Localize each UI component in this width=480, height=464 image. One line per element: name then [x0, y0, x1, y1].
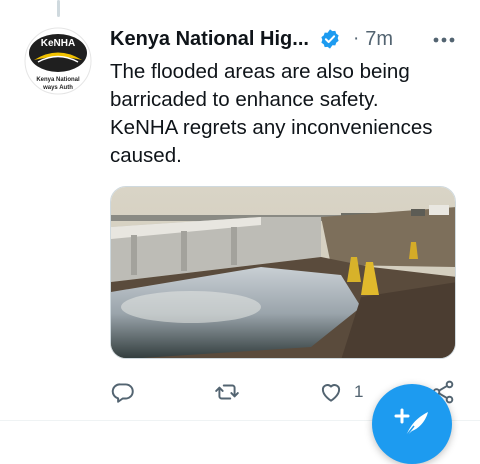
- flooded-road-photo-icon: [111, 187, 455, 358]
- separator-dot: ·: [352, 28, 360, 49]
- avatar-caption-line1: Kenya National: [36, 77, 80, 83]
- tweet-timestamp[interactable]: 7m: [365, 28, 393, 51]
- tweet-text-line: caused.: [110, 144, 182, 167]
- heart-icon: [321, 384, 341, 402]
- avatar[interactable]: KeNHA Kenya National ways Auth: [24, 27, 92, 95]
- like-count: 1: [354, 382, 364, 401]
- tweet-text-line: barricaded to enhance safety.: [110, 88, 379, 111]
- thread-connector-line: [57, 0, 60, 17]
- avatar-caption-line2: ways Auth: [42, 85, 73, 91]
- compose-tweet-button[interactable]: [372, 384, 452, 464]
- more-options-icon[interactable]: [432, 28, 456, 52]
- tweet-body: The flooded areas are also being barrica…: [110, 58, 455, 170]
- author-name[interactable]: Kenya National Hig...: [110, 28, 309, 51]
- avatar-logo-text: KeNHA: [41, 38, 75, 49]
- tweet-header: Kenya National Hig... · 7m: [110, 24, 456, 54]
- reply-icon[interactable]: [110, 376, 136, 408]
- verified-badge-icon: [321, 29, 339, 49]
- tweet-text-line: KeNHA regrets any inconveniences: [110, 116, 433, 139]
- retweet-icon[interactable]: [214, 376, 240, 408]
- tweet-media-photo[interactable]: [110, 186, 456, 359]
- kenha-logo: KeNHA Kenya National ways Auth: [24, 27, 92, 95]
- compose-feather-plus-icon: [394, 408, 428, 437]
- tweet-text-line: The flooded areas are also being: [110, 60, 410, 83]
- like-button[interactable]: 1: [318, 376, 363, 408]
